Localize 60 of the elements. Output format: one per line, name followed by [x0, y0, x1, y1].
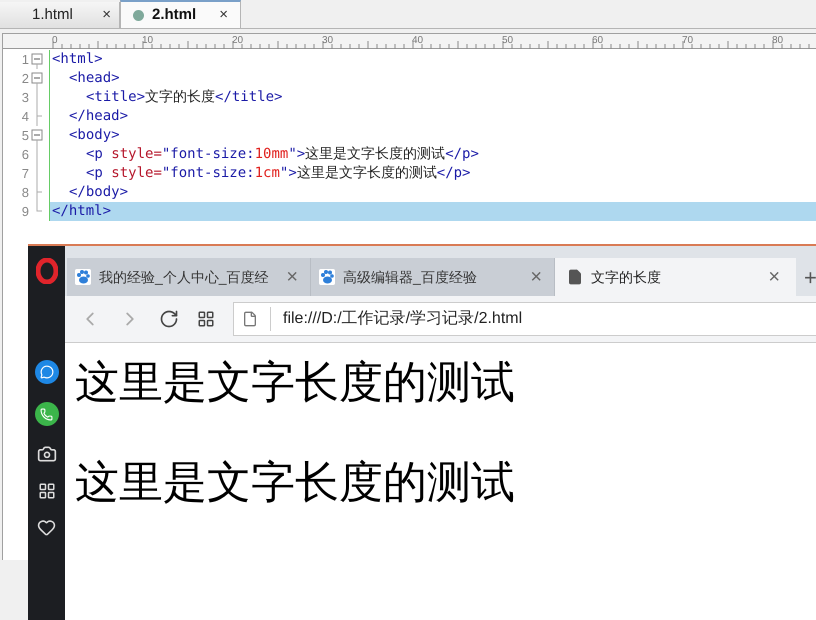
ruler-label: 50 [502, 34, 514, 48]
tab-title: 我的经验_个人中心_百度经 [99, 268, 270, 287]
o-logo-icon[interactable] [36, 258, 58, 284]
reload-button[interactable] [159, 309, 179, 329]
ruler-label: 0 [52, 34, 58, 48]
paw-icon [75, 269, 91, 285]
ruler-label: 20 [232, 34, 244, 48]
tab-label: 1.html [32, 4, 74, 25]
ruler-label: 10 [142, 34, 154, 48]
code-line: <title>文字的长度</title> [86, 88, 282, 107]
paw-icon [319, 269, 335, 285]
paragraph: 这里是文字长度的测试 [75, 457, 516, 509]
code-line: </html> [52, 202, 112, 221]
page-icon [242, 311, 258, 327]
heart-icon[interactable] [37, 518, 56, 537]
close-button[interactable]: × [102, 4, 111, 26]
code-line: </body> [69, 183, 128, 202]
browser-tab[interactable]: 文字的长度 × [555, 258, 796, 296]
phone-icon[interactable] [34, 402, 58, 426]
code-line: <p style="font-size:1cm">这里是文字长度的测试</p> [86, 164, 470, 183]
close-button[interactable]: × [219, 4, 228, 26]
file-tab[interactable]: 2.html × [120, 0, 241, 28]
page-icon [567, 269, 583, 285]
tab-title: 高级编辑器_百度经验 [343, 268, 478, 287]
ruler-label: 80 [772, 34, 784, 48]
code-line: <body> [69, 126, 120, 145]
chat-icon[interactable] [34, 360, 58, 384]
line-number: 5 [20, 126, 30, 145]
close-button[interactable]: × [764, 262, 784, 292]
close-button[interactable]: × [526, 262, 546, 292]
address-field[interactable]: file:///D:/工作记录/学习记录/2.html [233, 302, 816, 336]
browser-tab[interactable]: 我的经验_个人中心_百度经 × [67, 258, 311, 296]
code-line: <p style="font-size:10mm">这里是文字长度的测试</p> [86, 145, 479, 164]
code-line: </head> [69, 107, 128, 126]
line-number: 2 [20, 70, 30, 88]
line-number: 7 [20, 164, 30, 183]
file-tab[interactable]: 1.html × [0, 2, 120, 28]
grid-button[interactable] [197, 310, 215, 328]
ruler-label: 40 [412, 34, 424, 48]
line-number: 3 [20, 88, 30, 107]
ruler-label: 70 [682, 34, 694, 48]
code-line: <html> [52, 50, 103, 69]
ruler-label: 30 [322, 34, 334, 48]
grid-icon[interactable] [38, 482, 56, 500]
fold-end-icon [36, 107, 43, 126]
close-button[interactable]: × [282, 262, 302, 292]
new-tab-button[interactable]: + [796, 258, 816, 296]
tab-label: 2.html [152, 4, 198, 25]
tab-title: 文字的长度 [591, 268, 662, 286]
camera-icon[interactable] [36, 444, 56, 464]
ruler-label: 60 [592, 34, 604, 48]
paragraph: 这里是文字长度的测试 [75, 357, 516, 409]
line-number: 6 [20, 146, 30, 164]
line-number: 4 [20, 108, 30, 126]
browser-tab[interactable]: 高级编辑器_百度经验 × [311, 258, 555, 296]
line-number: 8 [20, 184, 30, 202]
url-text: file:///D:/工作记录/学习记录/2.html [283, 309, 522, 329]
line-number: 9 [20, 202, 30, 221]
code-line: <head> [69, 69, 120, 88]
line-number: 1 [20, 50, 30, 69]
